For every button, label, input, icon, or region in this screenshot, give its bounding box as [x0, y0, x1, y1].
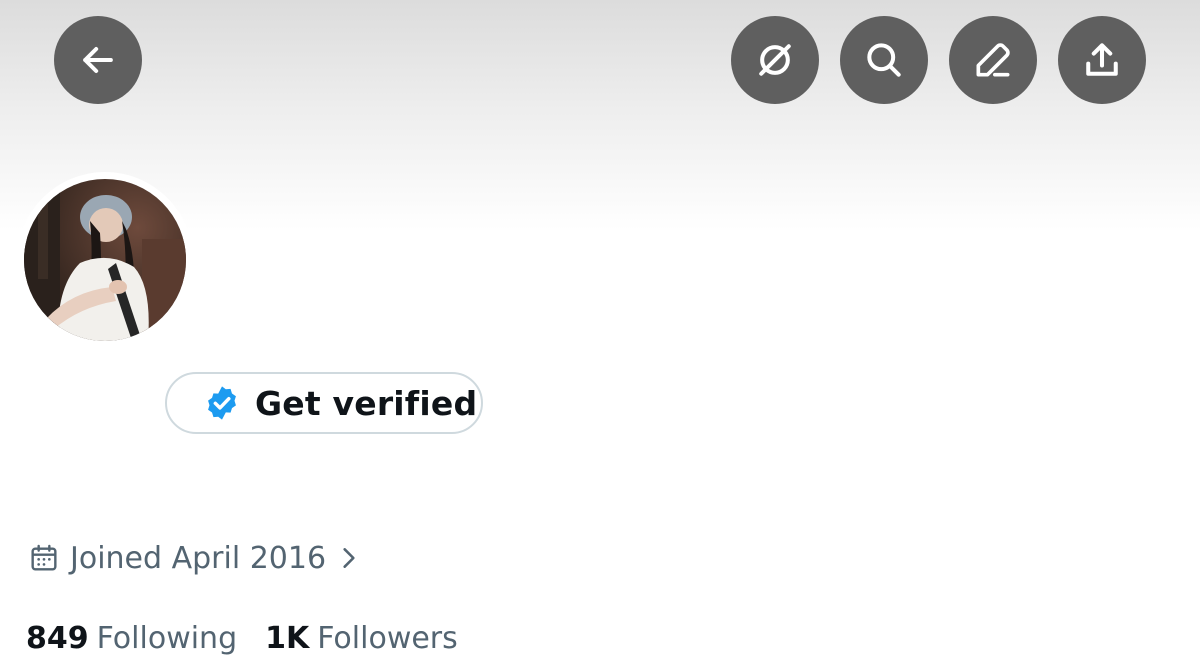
verified-badge-icon — [208, 386, 236, 420]
grok-icon — [759, 44, 791, 76]
get-verified-button[interactable]: Get verified — [165, 372, 483, 434]
search-icon — [867, 43, 901, 77]
following-count: 849 — [26, 620, 89, 656]
followers-link[interactable]: 1K Followers — [265, 621, 458, 656]
share-upload-icon — [1086, 43, 1118, 76]
grok-button[interactable] — [731, 16, 819, 104]
followers-count: 1K — [265, 620, 310, 656]
joined-date-text: Joined April 2016 — [70, 540, 327, 576]
pencil-icon — [976, 43, 1010, 77]
calendar-icon — [31, 544, 57, 571]
avatar[interactable] — [17, 172, 193, 348]
back-button[interactable] — [54, 16, 142, 104]
edit-profile-button[interactable] — [949, 16, 1037, 104]
arrow-left-icon — [83, 46, 113, 74]
joined-date-row[interactable]: Joined April 2016 — [28, 536, 362, 580]
following-label: Following — [96, 620, 238, 656]
follow-stats: 849 Following 1K Followers — [26, 616, 458, 660]
profile-photo — [24, 179, 186, 341]
get-verified-label: Get verified — [255, 383, 478, 423]
share-button[interactable] — [1058, 16, 1146, 104]
following-link[interactable]: 849 Following — [26, 621, 237, 656]
chevron-right-icon — [343, 548, 355, 568]
followers-label: Followers — [317, 620, 458, 656]
search-button[interactable] — [840, 16, 928, 104]
